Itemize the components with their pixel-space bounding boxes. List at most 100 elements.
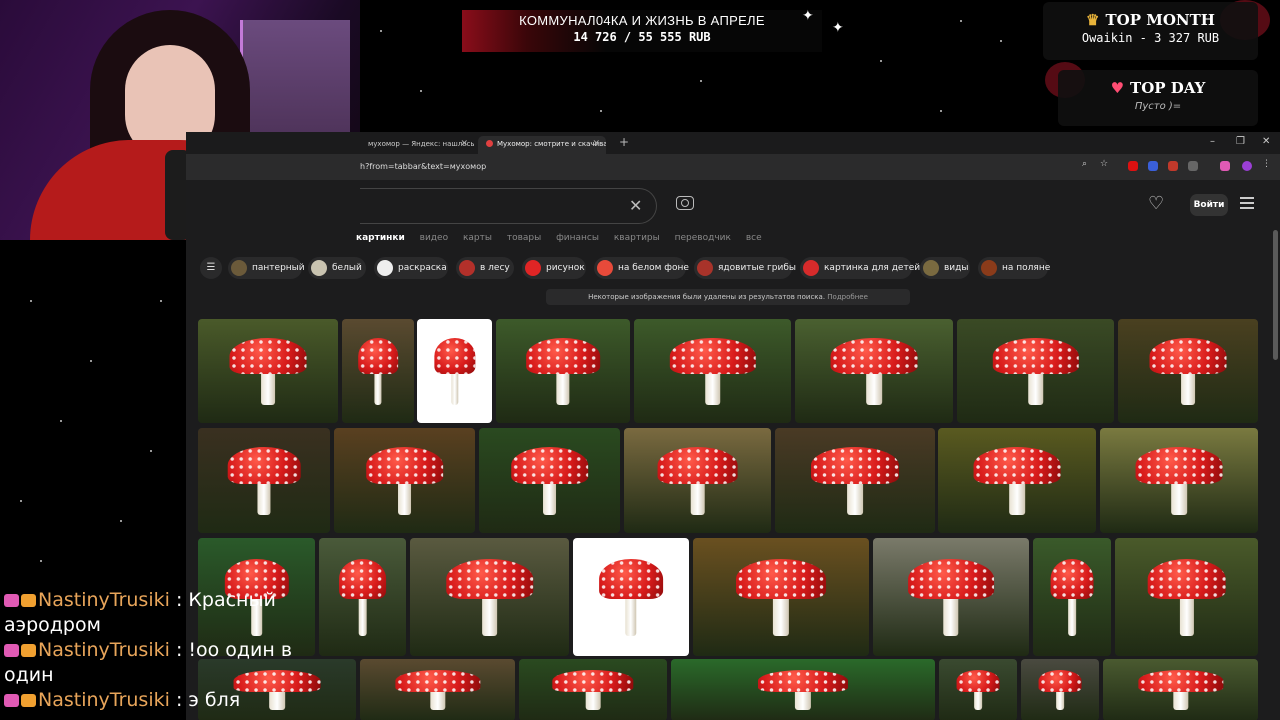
top-day-panel: ♥ TOP DAY Пусто )= bbox=[1058, 70, 1258, 126]
mushroom-cap bbox=[227, 446, 301, 484]
chip-suggestion[interactable]: на белом фоне bbox=[594, 257, 689, 279]
image-result[interactable] bbox=[417, 319, 492, 423]
image-result[interactable] bbox=[957, 319, 1114, 423]
image-result[interactable] bbox=[479, 428, 620, 533]
maximize-icon[interactable]: ❐ bbox=[1236, 136, 1245, 147]
heart-badge-icon bbox=[4, 644, 19, 657]
minimize-icon[interactable]: – bbox=[1210, 136, 1215, 147]
chat-username: NastinyTrusiki bbox=[38, 639, 170, 661]
browser-tab[interactable]: мухомор — Яндекс: нашлось ✕ bbox=[360, 136, 474, 154]
new-tab-icon[interactable]: + bbox=[619, 135, 629, 149]
image-result[interactable] bbox=[693, 538, 869, 656]
tab-finance[interactable]: финансы bbox=[556, 233, 599, 243]
image-result[interactable] bbox=[1103, 659, 1258, 720]
mushroom-cap bbox=[811, 446, 899, 484]
mushroom-cap bbox=[526, 337, 600, 375]
chip-suggestion[interactable]: пантерный bbox=[228, 257, 305, 279]
image-result[interactable] bbox=[624, 428, 771, 533]
url-text[interactable]: h?from=tabbar&text=мухомор bbox=[360, 162, 486, 171]
mushroom-cap bbox=[1149, 337, 1227, 375]
tab-maps[interactable]: карты bbox=[463, 233, 492, 243]
browser-tab-active[interactable]: Мухомор: смотрите и скачива ✕ bbox=[478, 136, 606, 154]
chip-thumb bbox=[377, 260, 393, 276]
chip-suggestion[interactable]: картинка для детей bbox=[800, 257, 920, 279]
image-result[interactable] bbox=[334, 428, 475, 533]
star bbox=[160, 300, 162, 302]
top-day-entry: Пусто )= bbox=[1134, 101, 1182, 112]
chip-suggestion[interactable]: ядовитые грибы bbox=[694, 257, 796, 279]
tab-goods[interactable]: товары bbox=[507, 233, 541, 243]
star bbox=[150, 450, 152, 452]
image-result[interactable] bbox=[634, 319, 791, 423]
tab-video[interactable]: видео bbox=[420, 233, 448, 243]
image-result[interactable] bbox=[360, 659, 515, 720]
image-result[interactable] bbox=[1100, 428, 1258, 533]
image-result[interactable] bbox=[496, 319, 630, 423]
image-result[interactable] bbox=[573, 538, 689, 656]
chip-suggestion[interactable]: раскраска bbox=[374, 257, 448, 279]
image-result[interactable] bbox=[1033, 538, 1111, 656]
puzzle-icon[interactable] bbox=[1188, 161, 1198, 171]
chip-thumb bbox=[981, 260, 997, 276]
chip-suggestion[interactable]: в лесу bbox=[456, 257, 514, 279]
star bbox=[940, 110, 942, 112]
login-button[interactable]: Войти bbox=[1190, 194, 1228, 216]
notice-more-link[interactable]: Подробнее bbox=[827, 293, 868, 301]
tab-images[interactable]: картинки bbox=[356, 233, 405, 243]
search-results-page: ✕ ♡ Войти картинки видео карты товары фи… bbox=[186, 180, 1280, 720]
bookmark-star-icon[interactable]: ☆ bbox=[1100, 159, 1110, 169]
chip-suggestion[interactable]: виды bbox=[920, 257, 970, 279]
play-icon[interactable] bbox=[1220, 161, 1230, 171]
chip-suggestion[interactable]: белый bbox=[308, 257, 366, 279]
removed-results-notice: Некоторые изображения были удалены из ре… bbox=[546, 289, 910, 305]
address-bar[interactable]: h?from=tabbar&text=мухомор ⌕ ☆ ⋮ bbox=[186, 154, 1280, 180]
image-result[interactable] bbox=[939, 659, 1017, 720]
more-icon[interactable]: ⋮ bbox=[1262, 159, 1272, 169]
filter-icon[interactable]: ☰ bbox=[200, 257, 222, 279]
mushroom-cap bbox=[956, 670, 1000, 692]
image-result[interactable] bbox=[1021, 659, 1099, 720]
tab-realty[interactable]: квартиры bbox=[614, 233, 660, 243]
youtube-ext-icon[interactable] bbox=[1128, 161, 1138, 171]
sub-badge-icon bbox=[21, 644, 36, 657]
clear-search-icon[interactable]: ✕ bbox=[629, 196, 642, 215]
notice-text: Некоторые изображения были удалены из ре… bbox=[588, 293, 826, 301]
chip-suggestion[interactable]: на поляне bbox=[978, 257, 1050, 279]
mushroom-cap bbox=[758, 670, 848, 692]
image-result[interactable] bbox=[1115, 538, 1258, 656]
chip-thumb bbox=[459, 260, 475, 276]
tab-translate[interactable]: переводчик bbox=[675, 233, 731, 243]
image-result[interactable] bbox=[671, 659, 935, 720]
scrollbar[interactable] bbox=[1273, 230, 1278, 360]
mushroom-cap bbox=[657, 446, 738, 484]
profile-avatar[interactable] bbox=[1242, 161, 1252, 171]
close-icon[interactable]: ✕ bbox=[460, 139, 468, 149]
chip-thumb bbox=[923, 260, 939, 276]
image-result[interactable] bbox=[410, 538, 569, 656]
top-day-title: TOP DAY bbox=[1130, 79, 1206, 97]
image-result[interactable] bbox=[198, 428, 330, 533]
extension-icon[interactable] bbox=[1168, 161, 1178, 171]
crown-icon: ♛ bbox=[1086, 11, 1100, 29]
image-result[interactable] bbox=[775, 428, 935, 533]
search-input[interactable] bbox=[360, 188, 657, 224]
tab-all[interactable]: все bbox=[746, 233, 762, 243]
image-result[interactable] bbox=[342, 319, 414, 423]
image-result[interactable] bbox=[938, 428, 1096, 533]
hamburger-menu-icon[interactable] bbox=[1240, 197, 1254, 209]
image-result[interactable] bbox=[519, 659, 667, 720]
zoom-icon[interactable]: ⌕ bbox=[1082, 159, 1092, 169]
image-result[interactable] bbox=[873, 538, 1029, 656]
mushroom-cap bbox=[599, 559, 663, 600]
image-result[interactable] bbox=[1118, 319, 1258, 423]
chip-suggestion[interactable]: рисунок bbox=[522, 257, 586, 279]
close-icon[interactable]: ✕ bbox=[592, 139, 600, 149]
image-result[interactable] bbox=[795, 319, 953, 423]
image-result[interactable] bbox=[198, 319, 338, 423]
close-window-icon[interactable]: ✕ bbox=[1262, 136, 1270, 147]
extension-icon[interactable] bbox=[1148, 161, 1158, 171]
camera-search-icon[interactable] bbox=[676, 196, 694, 210]
favorites-heart-icon[interactable]: ♡ bbox=[1148, 193, 1164, 214]
chat-text: э бля bbox=[188, 689, 241, 711]
suggestion-chips: ☰ пантерный белый раскраска в лесу рисун… bbox=[200, 257, 1266, 279]
